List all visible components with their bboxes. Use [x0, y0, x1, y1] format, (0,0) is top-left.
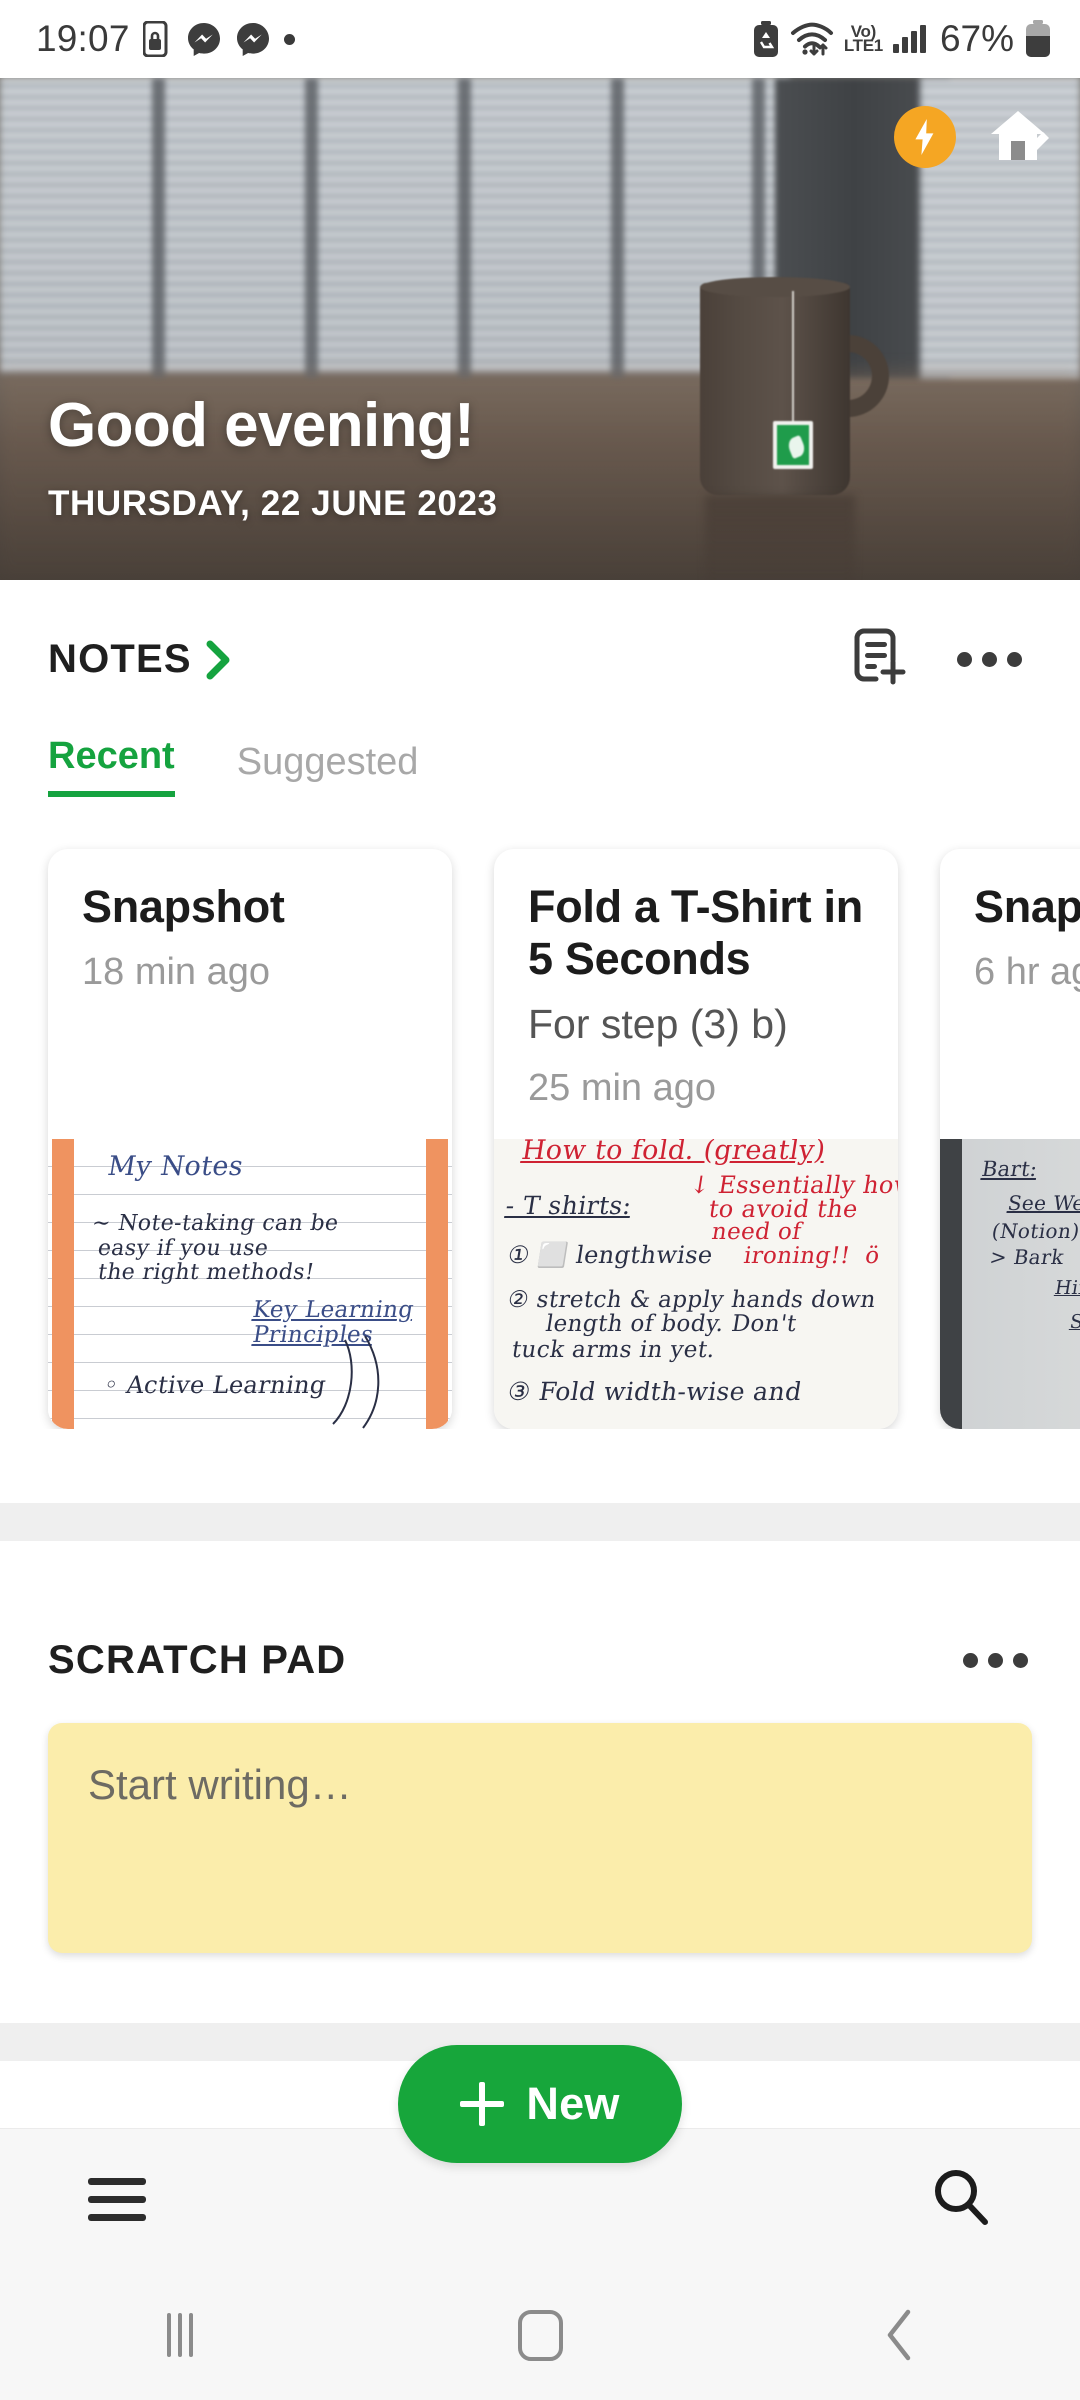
home-icon[interactable] [360, 2309, 720, 2361]
handwriting-line: Sophie [1068, 1311, 1080, 1333]
note-card-time: 25 min ago [528, 1066, 717, 1109]
section-divider [0, 1503, 1080, 1541]
handwriting-line: tuck arms in yet. [509, 1337, 718, 1363]
more-options-icon[interactable] [957, 652, 1022, 667]
dot-indicator-icon [283, 33, 295, 45]
handwriting-line: ◦ Active Learning [101, 1371, 329, 1399]
tab-recent[interactable]: Recent [48, 735, 175, 797]
scratch-pad-header: SCRATCH PAD [0, 1600, 1080, 1683]
handwriting-line: Bart: [980, 1157, 1040, 1181]
handwriting-line: need of [709, 1219, 804, 1245]
status-bar: 19:07 Vo) LTE1 67% [0, 0, 1080, 78]
scratch-pad-placeholder: Start writing… [88, 1761, 352, 1808]
notes-section: NOTES Recent Suggested Snapshot 18 min a… [0, 580, 1080, 1429]
note-card-text: Snapshot 6 hr ago [940, 849, 1080, 994]
messenger-icon [235, 21, 271, 57]
handwriting-line: My Notes [105, 1151, 246, 1182]
note-card-text: Fold a T-Shirt in 5 Seconds For step (3)… [494, 849, 898, 1110]
app-screen: 19:07 Vo) LTE1 67% Good evening! THURSDA… [0, 0, 1080, 2400]
note-card-title: Snapshot [82, 881, 285, 932]
battery-percent: 67% [939, 18, 1014, 59]
handwriting-line: Hina [1053, 1277, 1080, 1299]
note-card[interactable]: Fold a T-Shirt in 5 Seconds For step (3)… [494, 849, 898, 1429]
handwriting-line: > Bark [988, 1245, 1066, 1269]
handwriting-line: - T shirts: [503, 1191, 634, 1220]
volte-icon: Vo) LTE1 [843, 22, 883, 55]
note-card-thumbnail: My Notes ~ Note-taking can be easy if yo… [48, 1139, 452, 1429]
handwriting-line: length of body. Don't [543, 1311, 799, 1337]
sim-lock-icon [142, 21, 173, 57]
wifi-icon [790, 21, 834, 57]
handwriting-line: ① ⬜ lengthwise [505, 1241, 716, 1269]
status-bar-left: 19:07 [36, 18, 295, 60]
scratch-pad-input[interactable]: Start writing… [48, 1723, 1032, 1953]
handwriting-line: Key Learning [250, 1297, 416, 1323]
notes-card-list[interactable]: Snapshot 18 min ago My Notes ~ Note-taki… [0, 797, 1080, 1429]
handwriting-line: See Web [1006, 1191, 1080, 1215]
chevron-right-icon[interactable] [206, 640, 232, 680]
back-icon[interactable] [720, 2308, 1080, 2362]
handwriting-line: ~ Note-taking can be [90, 1211, 341, 1236]
android-navigation-bar [0, 2270, 1080, 2400]
tab-suggested[interactable]: Suggested [237, 741, 419, 797]
hero-banner[interactable]: Good evening! THURSDAY, 22 JUNE 2023 [0, 78, 1080, 580]
messenger-icon [186, 21, 222, 57]
mug-object [700, 277, 889, 580]
date-text: THURSDAY, 22 JUNE 2023 [48, 484, 498, 523]
handwriting-line: ② stretch & apply hands down [505, 1287, 878, 1313]
signal-bars-icon [892, 25, 926, 53]
home-edit-icon[interactable] [986, 106, 1050, 168]
note-card-subtitle: For step (3) b) [528, 1001, 788, 1048]
new-button-label: New [526, 2078, 620, 2129]
handwriting-line: How to fold. (greatly) [519, 1139, 828, 1166]
greeting-text: Good evening! [48, 390, 475, 460]
note-card-title: Snapshot [974, 881, 1080, 932]
battery-icon [1024, 20, 1052, 58]
note-card-title: Fold a T-Shirt in 5 Seconds [528, 881, 863, 985]
notes-header-actions [851, 628, 1036, 691]
handwriting-line: (Notion) > [990, 1219, 1080, 1243]
hero-text-block: Good evening! THURSDAY, 22 JUNE 2023 [48, 393, 498, 524]
status-bar-right: Vo) LTE1 67% [752, 18, 1052, 60]
more-options-icon[interactable] [963, 1653, 1028, 1668]
status-time: 19:07 [36, 18, 130, 59]
hero-action-icons [894, 106, 1050, 168]
recycle-battery-icon [752, 21, 780, 57]
note-card-time: 18 min ago [82, 951, 271, 994]
note-add-icon[interactable] [851, 628, 907, 691]
hamburger-menu-icon[interactable] [88, 2178, 146, 2221]
recents-icon[interactable] [0, 2313, 360, 2357]
note-card-thumbnail: Bart: See Web (Notion) > > Bark Hina Sop… [940, 1139, 1080, 1429]
note-card[interactable]: Snapshot 6 hr ago Bart: See Web (Notion)… [940, 849, 1080, 1429]
new-note-button[interactable]: New [398, 2045, 682, 2163]
lightning-bolt-icon[interactable] [894, 106, 956, 168]
notes-section-title[interactable]: NOTES [48, 637, 192, 682]
search-icon[interactable] [930, 2166, 992, 2233]
note-card-time: 6 hr ago [974, 951, 1080, 994]
note-card[interactable]: Snapshot 18 min ago My Notes ~ Note-taki… [48, 849, 452, 1429]
handwriting-line: easy if you use [96, 1236, 271, 1261]
note-card-text: Snapshot 18 min ago [48, 849, 452, 994]
volte-bottom-label: LTE1 [843, 36, 883, 55]
notes-header: NOTES [0, 580, 1080, 691]
plus-icon [460, 2082, 505, 2126]
scratch-pad-section: SCRATCH PAD Start writing… [0, 1600, 1080, 1953]
notes-tabs: Recent Suggested [0, 691, 1080, 797]
note-card-thumbnail: How to fold. (greatly) - T shirts: ↓ Ess… [494, 1139, 898, 1429]
handwriting-line: the right methods! [96, 1260, 317, 1285]
scratch-pad-title: SCRATCH PAD [48, 1638, 347, 1682]
handwriting-line: ③ Fold width-wise and [505, 1377, 804, 1406]
handwriting-line: ironing!! ö [741, 1243, 882, 1269]
